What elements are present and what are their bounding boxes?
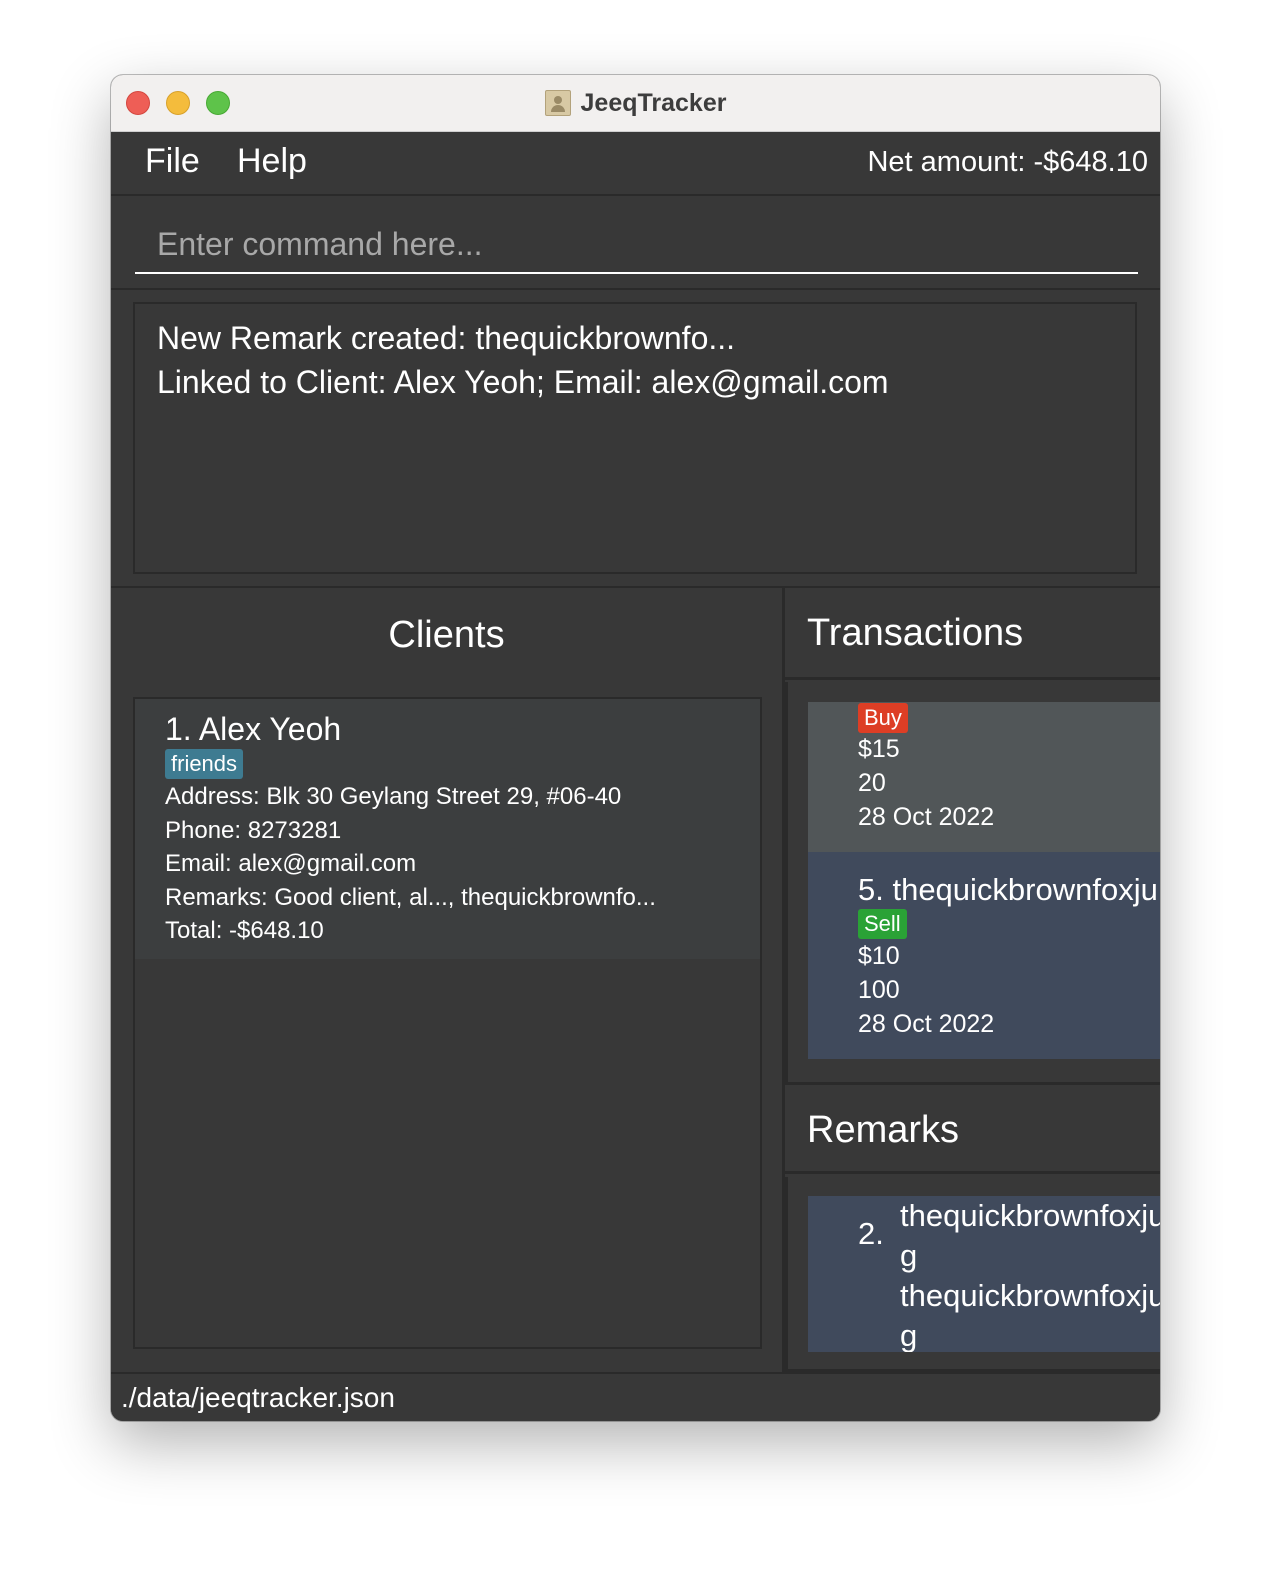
remarks-header: Remarks [785, 1082, 1160, 1174]
menu-help[interactable]: Help [237, 142, 307, 181]
address-book-icon [544, 90, 571, 116]
file-path-label: ./data/jeeqtracker.json [121, 1382, 395, 1413]
transaction-quantity: 20 [858, 769, 886, 797]
transaction-date: 28 Oct 2022 [858, 803, 995, 831]
right-panel: Transactions Buy $15 20 28 Oct 2022 5. t… [785, 588, 1160, 1372]
sell-badge: Sell [858, 909, 907, 939]
title-bar: JeeqTracker [111, 75, 1160, 132]
command-box [111, 196, 1160, 291]
transaction-date: 28 Oct 2022 [858, 1010, 995, 1038]
transactions-header: Transactions [785, 588, 1160, 680]
transaction-card[interactable]: 5. thequickbrownfoxju Sell $10 100 28 Oc… [808, 852, 1160, 1059]
window-title-group: JeeqTracker [111, 75, 1160, 131]
clients-header: Clients [388, 614, 505, 656]
menu-file[interactable]: File [145, 142, 200, 181]
transaction-card[interactable]: Buy $15 20 28 Oct 2022 [808, 702, 1160, 852]
remark-card[interactable]: 2. thequickbrownfoxju g thequickbrownfox… [808, 1196, 1160, 1352]
transaction-quantity: 100 [858, 976, 900, 1004]
client-address: Address: Blk 30 Geylang Street 29, #06-4… [165, 783, 622, 810]
buy-badge: Buy [858, 703, 908, 733]
client-tag: friends [165, 749, 244, 779]
transaction-price: $10 [858, 942, 900, 970]
result-display: New Remark created: thequickbrownfo... L… [133, 302, 1137, 574]
status-bar: ./data/jeeqtracker.json [111, 1372, 1160, 1421]
window-title: JeeqTracker [580, 88, 727, 117]
result-line: New Remark created: thequickbrownfo... [157, 320, 736, 356]
clients-list[interactable]: 1. Alex Yeoh friends Address: Blk 30 Gey… [133, 697, 762, 1349]
command-input[interactable] [135, 216, 1138, 274]
result-line: Linked to Client: Alex Yeoh; Email: alex… [157, 364, 889, 400]
menu-bar: File Help Net amount: -$648.10 [111, 132, 1160, 196]
app-window: JeeqTracker File Help Net amount: -$648.… [111, 75, 1160, 1421]
transactions-list[interactable]: Buy $15 20 28 Oct 2022 5. thequickbrownf… [785, 682, 1160, 1082]
client-phone: Phone: 8273281 [165, 817, 342, 844]
remark-index: 2. [858, 1216, 884, 1251]
remarks-list[interactable]: 2. thequickbrownfoxju g thequickbrownfox… [785, 1177, 1160, 1372]
result-panel: New Remark created: thequickbrownfo... L… [111, 290, 1160, 589]
net-amount-label: Net amount: -$648.10 [867, 146, 1148, 178]
clients-panel: Clients 1. Alex Yeoh friends Address: Bl… [111, 588, 785, 1372]
transaction-price: $15 [858, 735, 900, 763]
transaction-title: 5. thequickbrownfoxju [858, 872, 1158, 907]
client-name: 1. Alex Yeoh [165, 711, 342, 747]
client-remarks: Remarks: Good client, al..., thequickbro… [165, 884, 656, 911]
remark-text: thequickbrownfoxju g thequickbrownfoxju … [900, 1198, 1160, 1352]
client-card[interactable]: 1. Alex Yeoh friends Address: Blk 30 Gey… [135, 699, 760, 959]
client-total: Total: -$648.10 [165, 917, 324, 944]
client-email: Email: alex@gmail.com [165, 850, 417, 877]
